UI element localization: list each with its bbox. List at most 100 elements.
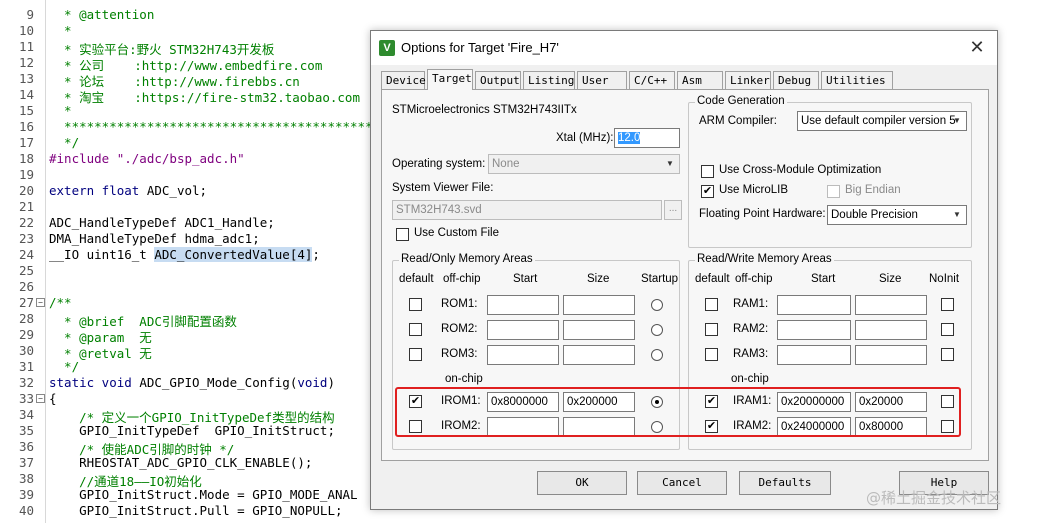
device-name: STMicroelectronics STM32H743IITx [392,104,577,116]
code-line[interactable]: * 淘宝 :https://fire-stm32.taobao.com [49,87,360,106]
line-number: 27 [18,295,34,310]
code-line[interactable]: { [49,391,57,406]
code-line[interactable]: GPIO_InitStruct.Pull = GPIO_NOPULL; [49,503,342,518]
code-line[interactable]: GPIO_InitTypeDef GPIO_InitStruct; [49,423,335,438]
line-number: 18 [18,151,34,166]
code-token: ADC_GPIO_Mode_Config( [139,375,298,390]
close-icon[interactable]: ✕ [967,37,987,58]
code-token: { [49,391,57,406]
rom-size-input[interactable] [563,320,635,340]
fold-toggle-icon[interactable]: − [36,298,45,307]
code-line[interactable]: GPIO_InitStruct.Mode = GPIO_MODE_ANAL [49,487,358,502]
chevron-down-icon: ▼ [953,210,961,219]
ram-size-input[interactable] [855,345,927,365]
ram-size-input[interactable] [855,320,927,340]
code-line[interactable]: extern float ADC_vol; [49,183,207,198]
ram-header-noinit: NoInit [929,273,960,285]
ram-default-checkbox[interactable] [705,298,718,311]
code-line[interactable]: */ [49,359,79,374]
rom-default-checkbox[interactable] [409,298,422,311]
ram-header-size: Size [879,273,902,285]
ram-start-input[interactable] [777,320,851,340]
defaults-button[interactable]: Defaults [739,471,831,495]
code-line[interactable]: DMA_HandleTypeDef hdma_adc1; [49,231,260,246]
arm-compiler-select[interactable]: Use default compiler version 5 ▼ [797,111,967,131]
tab-debug[interactable]: Debug [773,71,819,89]
tab-listing[interactable]: Listing [523,71,575,89]
code-line[interactable]: ADC_HandleTypeDef ADC1_Handle; [49,215,275,230]
code-line[interactable]: * [49,23,72,38]
microlib-checkbox[interactable]: ✔ [701,185,714,198]
rom-start-input[interactable] [487,295,559,315]
ram-default-checkbox[interactable] [705,323,718,336]
os-label: Operating system: [392,158,486,170]
code-line[interactable]: static void ADC_GPIO_Mode_Config(void) [49,375,335,390]
big-endian-checkbox[interactable] [827,185,840,198]
use-custom-file-checkbox[interactable] [396,228,409,241]
xtal-label: Xtal (MHz): [556,132,614,144]
code-line[interactable]: #include "./adc/bsp_adc.h" [49,151,245,166]
line-number: 16 [18,119,34,134]
noinit-checkbox[interactable] [941,298,954,311]
line-number: 19 [18,167,34,182]
startup-radio[interactable] [651,349,663,361]
fold-toggle-icon[interactable]: − [36,394,45,403]
code-line[interactable]: /** [49,295,72,310]
tab-device[interactable]: Device [381,71,426,89]
rom-start-input[interactable] [487,345,559,365]
rom-onchip-label: on-chip [445,373,483,385]
rom-start-input[interactable] [487,320,559,340]
cross-module-checkbox[interactable] [701,165,714,178]
highlight-annotation-box [395,387,961,437]
xtal-input[interactable]: 12.0 [614,128,680,148]
tab-utilities[interactable]: Utilities [821,71,893,89]
svd-browse-button[interactable]: ... [664,200,682,220]
line-number: 11 [18,39,34,54]
noinit-checkbox[interactable] [941,348,954,361]
tab-user[interactable]: User [577,71,627,89]
code-line[interactable]: */ [49,135,79,150]
rom-default-checkbox[interactable] [409,323,422,336]
tab-linker[interactable]: Linker [725,71,771,89]
rom-areas-title: Read/Only Memory Areas [399,253,535,265]
tab-cc[interactable]: C/C++ [629,71,675,89]
code-line[interactable]: RHEOSTAT_ADC_GPIO_CLK_ENABLE(); [49,455,312,470]
dialog-title: Options for Target 'Fire_H7' [401,40,559,55]
dialog-titlebar[interactable]: V Options for Target 'Fire_H7' ✕ [371,31,997,65]
code-token: ADC_ConvertedValue[4] [154,247,313,262]
noinit-checkbox[interactable] [941,323,954,336]
ok-button[interactable]: OK [537,471,627,495]
tab-asm[interactable]: Asm [677,71,723,89]
ram-onchip-label: on-chip [731,373,769,385]
ram-default-checkbox[interactable] [705,348,718,361]
code-token: GPIO_InitStruct.Mode = GPIO_MODE_ANAL [49,487,358,502]
code-line[interactable]: * [49,103,72,118]
startup-radio[interactable] [651,299,663,311]
chevron-down-icon: ▼ [666,159,674,168]
tab-target[interactable]: Target [427,69,473,90]
rom-size-input[interactable] [563,345,635,365]
rom-size-input[interactable] [563,295,635,315]
ram-header-start: Start [811,273,836,285]
code-line[interactable]: __IO uint16_t ADC_ConvertedValue[4]; [49,247,320,262]
svd-input[interactable]: STM32H743.svd [392,200,662,220]
rom-default-checkbox[interactable] [409,348,422,361]
ram-start-input[interactable] [777,295,851,315]
ram-header-offchip: off-chip [735,273,773,285]
tab-output[interactable]: Output [475,71,521,89]
ram-size-input[interactable] [855,295,927,315]
startup-radio[interactable] [651,324,663,336]
cancel-button[interactable]: Cancel [637,471,727,495]
code-line[interactable]: * @attention [49,7,154,22]
arm-compiler-label: ARM Compiler: [699,115,777,127]
rom-header-offchip: off-chip [443,273,481,285]
line-number: 39 [18,487,34,502]
code-line[interactable]: ****************************************… [49,119,380,134]
os-select[interactable]: None ▼ [488,154,680,174]
fpu-select[interactable]: Double Precision ▼ [827,205,967,225]
ram-start-input[interactable] [777,345,851,365]
line-number: 23 [18,231,34,246]
keil-uv-icon: V [379,40,395,56]
code-token: __IO uint16_t [49,247,155,262]
line-number: 9 [26,7,34,22]
